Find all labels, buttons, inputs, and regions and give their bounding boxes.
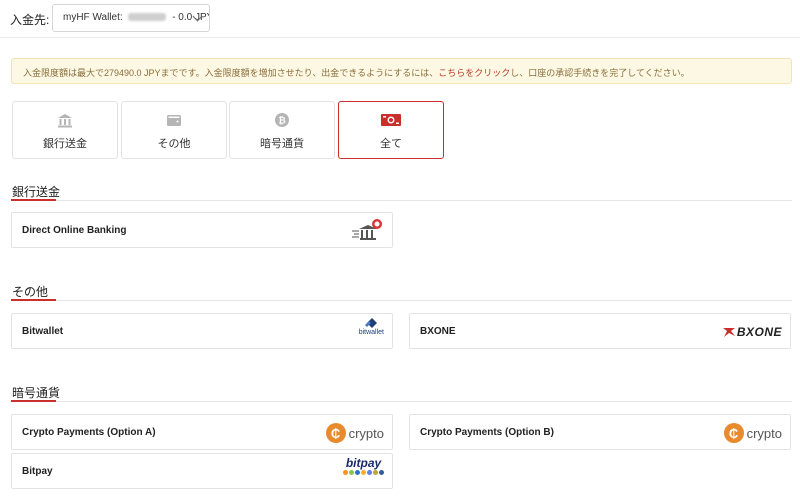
crypto-wordmark: crypto bbox=[348, 425, 384, 441]
verify-account-link[interactable]: こちらをクリック bbox=[438, 68, 510, 78]
bitwallet-wordmark: bitwallet bbox=[358, 329, 384, 336]
deposit-limit-notice: 入金限度額は最大で279490.0 JPYまでです。入金限度額を増加させたり、出… bbox=[11, 58, 792, 84]
crypto-wordmark: crypto bbox=[746, 425, 782, 441]
notice-text-after: し、口座の承認手続きを完了してください。 bbox=[510, 68, 690, 78]
wallet-icon bbox=[122, 112, 226, 128]
section-accent bbox=[11, 199, 56, 201]
bitpay-logo: bitpay bbox=[343, 457, 384, 487]
tab-label: 暗号通貨 bbox=[260, 138, 304, 150]
svg-text:₿: ₿ bbox=[278, 116, 285, 127]
tab-label: 全て bbox=[380, 138, 402, 150]
method-name: Crypto Payments (Option A) bbox=[22, 427, 156, 438]
method-card-crypto-a[interactable]: Crypto Payments (Option A) ₵ crypto bbox=[11, 414, 393, 450]
section-accent bbox=[11, 299, 56, 301]
wallet-id-masked bbox=[128, 13, 167, 22]
tab-all[interactable]: 全て bbox=[338, 101, 444, 159]
section-divider bbox=[11, 300, 792, 301]
section-title-bank: 銀行送金 bbox=[12, 185, 61, 199]
tab-crypto[interactable]: ₿ 暗号通貨 bbox=[229, 101, 335, 159]
method-name: Bitpay bbox=[22, 466, 53, 477]
method-name: BXONE bbox=[420, 326, 456, 337]
tab-bank-transfer[interactable]: 銀行送金 bbox=[12, 101, 118, 159]
crypto-logo: ₵ crypto bbox=[723, 418, 782, 448]
crypto-logo: ₵ crypto bbox=[325, 418, 384, 448]
deposit-target-bar: 入金先: myHF Wallet: - 0.0 JPY bbox=[0, 0, 800, 38]
wallet-select[interactable]: myHF Wallet: - 0.0 JPY bbox=[52, 4, 210, 32]
bank-transfer-icon bbox=[350, 216, 384, 246]
section-accent bbox=[11, 400, 56, 402]
bitcoin-icon: ₿ bbox=[230, 112, 334, 128]
method-name: Bitwallet bbox=[22, 326, 64, 337]
banknote-icon bbox=[339, 112, 443, 128]
method-name: Crypto Payments (Option B) bbox=[420, 427, 554, 438]
method-card-direct-online-banking[interactable]: Direct Online Banking bbox=[11, 212, 393, 248]
notice-text-before: 入金限度額は最大で279490.0 JPYまでです。入金限度額を増加させたり、出… bbox=[23, 68, 439, 78]
method-card-crypto-b[interactable]: Crypto Payments (Option B) ₵ crypto bbox=[409, 414, 791, 450]
tab-other[interactable]: その他 bbox=[121, 101, 227, 159]
bitpay-wordmark: bitpay bbox=[345, 456, 382, 470]
wallet-balance: - 0.0 JPY bbox=[172, 12, 210, 23]
method-card-bxone[interactable]: BXONE BXONE bbox=[409, 313, 791, 349]
method-card-bitwallet[interactable]: Bitwallet bitwallet bbox=[11, 313, 393, 349]
method-name: Direct Online Banking bbox=[22, 225, 127, 236]
tab-label: 銀行送金 bbox=[43, 138, 87, 150]
section-divider bbox=[11, 200, 792, 201]
bxone-logo: BXONE bbox=[722, 317, 782, 347]
bitwallet-logo: bitwallet bbox=[359, 317, 384, 347]
section-title-other: その他 bbox=[12, 285, 49, 299]
deposit-to-label: 入金先: bbox=[10, 13, 50, 27]
crypto-coin-icon: ₵ bbox=[325, 423, 346, 443]
bitpay-coin-icons bbox=[343, 470, 384, 475]
bxone-wordmark: BXONE bbox=[736, 325, 782, 339]
section-divider bbox=[11, 401, 792, 402]
tab-label: その他 bbox=[157, 138, 191, 150]
bank-icon bbox=[13, 112, 117, 128]
method-card-bitpay[interactable]: Bitpay bitpay bbox=[11, 453, 393, 489]
section-title-crypto: 暗号通貨 bbox=[12, 386, 61, 400]
crypto-coin-icon: ₵ bbox=[723, 423, 744, 443]
wallet-prefix: myHF Wallet: bbox=[63, 12, 123, 23]
